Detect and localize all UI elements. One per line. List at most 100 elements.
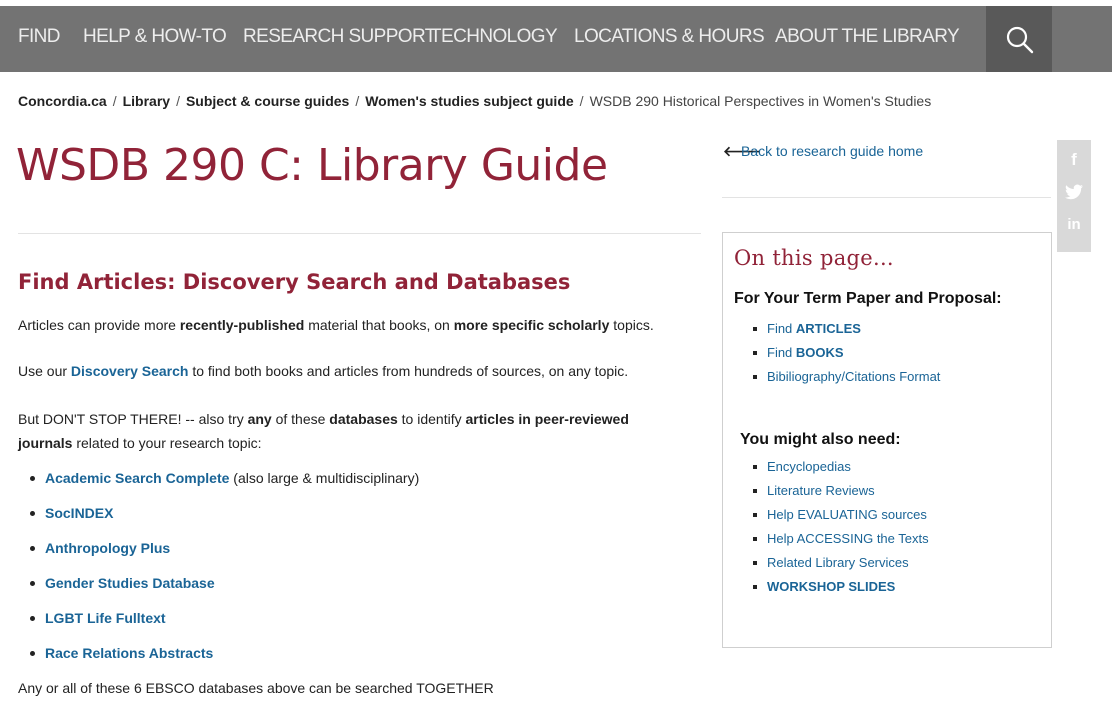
text: But DON'T STOP THERE! -- also try	[18, 411, 248, 427]
section-heading-and: and	[387, 270, 447, 294]
back-to-guide-home-link[interactable]: Back to research guide home	[741, 143, 923, 159]
intro-paragraph-1: Articles can provide more recently-publi…	[18, 313, 654, 337]
nav-find[interactable]: FIND	[18, 26, 61, 48]
text: Use our	[18, 363, 71, 379]
database-note: (also large & multidisciplinary)	[229, 470, 420, 486]
nav-locations-hours[interactable]: LOCATIONS & HOURS	[574, 26, 765, 48]
link-text-bold: ARTICLES	[795, 321, 861, 336]
back-link-row: 🡐Back to research guide home	[723, 143, 923, 160]
text: material that books, on	[304, 317, 454, 333]
link-text: Bibiliography/Citations Format	[767, 369, 941, 384]
link-text: Encyclopedias	[767, 459, 851, 474]
divider	[18, 233, 701, 234]
breadcrumb: Concordia.ca / Library / Subject & course gu…	[18, 93, 931, 109]
panel-heading-term-paper: For Your Term Paper and Proposal:	[734, 290, 1002, 307]
facebook-icon[interactable]: f	[1057, 145, 1091, 175]
section-heading: Find Articles: Discovery Search and Data…	[18, 270, 570, 294]
divider	[722, 197, 1051, 198]
breadcrumb-separator: /	[112, 93, 117, 109]
link-text: Literature Reviews	[767, 483, 875, 498]
link-text-bold: WORKSHOP SLIDES	[767, 579, 896, 594]
search-button[interactable]	[986, 6, 1052, 72]
list-item: WORKSHOP SLIDES	[753, 578, 929, 602]
link-text: Find	[767, 321, 796, 336]
related-services-link[interactable]: Related Library Services	[767, 555, 909, 570]
arrow-left-icon: 🡐	[723, 143, 761, 159]
twitter-icon[interactable]	[1057, 177, 1091, 207]
database-link[interactable]: Academic Search Complete	[45, 470, 229, 486]
find-books-link[interactable]: Find BOOKS	[767, 345, 844, 360]
text: to identify	[397, 411, 466, 427]
list-item: Help ACCESSING the Texts	[753, 530, 929, 554]
link-text: Find	[767, 345, 796, 360]
list-item: Academic Search Complete (also large & m…	[27, 466, 419, 501]
intro-paragraph-2: Use our Discovery Search to find both bo…	[18, 359, 628, 383]
breadcrumb-separator: /	[176, 93, 180, 109]
link-text: Related Library Services	[767, 555, 909, 570]
discovery-search-link[interactable]: Discovery Search	[71, 363, 189, 379]
breadcrumb-separator: /	[355, 93, 360, 109]
social-share-bar: f in	[1057, 140, 1091, 252]
section-heading-discovery: Discovery Search	[182, 270, 388, 294]
breadcrumb-separator: /	[579, 93, 584, 109]
list-item: SocINDEX	[27, 501, 419, 536]
accessing-texts-link[interactable]: Help ACCESSING the Texts	[767, 531, 929, 546]
database-link[interactable]: Anthropology Plus	[45, 540, 170, 556]
text: to find both books and articles from hun…	[188, 363, 629, 379]
list-item: Bibiliography/Citations Format	[753, 368, 940, 392]
intro-paragraph-3-cont: journals related to your research topic:	[18, 431, 262, 455]
text: Articles can provide more	[18, 317, 180, 333]
breadcrumb-womens-studies[interactable]: Women's studies subject guide	[365, 93, 573, 109]
nav-research-support[interactable]: RESEARCH SUPPORT	[243, 26, 436, 48]
text-bold: recently-published	[179, 317, 305, 333]
panel-heading-also-need: You might also need:	[740, 431, 901, 448]
section-heading-databases: Databases	[446, 270, 571, 294]
section-heading-prefix: Find Articles:	[18, 270, 183, 294]
list-item: Gender Studies Database	[27, 571, 419, 606]
list-item: Related Library Services	[753, 554, 929, 578]
linkedin-icon[interactable]: in	[1057, 210, 1091, 240]
text: topics.	[609, 317, 654, 333]
list-item: Help EVALUATING sources	[753, 506, 929, 530]
text-bold: more specific scholarly	[453, 317, 610, 333]
text-bold: any	[247, 411, 272, 427]
list-item: Encyclopedias	[753, 458, 929, 482]
list-item: Race Relations Abstracts	[27, 641, 419, 676]
database-link[interactable]: SocINDEX	[45, 505, 113, 521]
encyclopedias-link[interactable]: Encyclopedias	[767, 459, 851, 474]
text: of these	[271, 411, 330, 427]
text-bold: articles in peer-reviewed	[465, 411, 629, 427]
text-bold: journals	[18, 435, 73, 451]
ebsco-note: Any or all of these 6 EBSCO databases ab…	[18, 680, 494, 696]
search-icon	[1006, 26, 1034, 54]
link-text-bold: BOOKS	[795, 345, 844, 360]
database-link[interactable]: LGBT Life Fulltext	[45, 610, 166, 626]
breadcrumb-library[interactable]: Library	[123, 93, 170, 109]
also-need-links: Encyclopedias Literature Reviews Help EV…	[753, 458, 929, 602]
link-text: Help ACCESSING the Texts	[767, 531, 929, 546]
main-navigation: FIND HELP & HOW-TO RESEARCH SUPPORT TECH…	[0, 6, 1112, 72]
workshop-slides-link[interactable]: WORKSHOP SLIDES	[767, 579, 895, 594]
nav-about-the-library[interactable]: ABOUT THE LIBRARY	[775, 26, 960, 48]
find-articles-link[interactable]: Find ARTICLES	[767, 321, 861, 336]
database-link[interactable]: Race Relations Abstracts	[45, 645, 213, 661]
database-list: Academic Search Complete (also large & m…	[27, 466, 419, 676]
nav-help-how-to[interactable]: HELP & HOW-TO	[83, 26, 227, 48]
link-text: Help EVALUATING sources	[767, 507, 927, 522]
nav-technology[interactable]: TECHNOLOGY	[430, 26, 558, 48]
database-link[interactable]: Gender Studies Database	[45, 575, 215, 591]
breadcrumb-subject-guides[interactable]: Subject & course guides	[186, 93, 349, 109]
literature-reviews-link[interactable]: Literature Reviews	[767, 483, 875, 498]
on-this-page-panel: On this page... For Your Term Paper and …	[722, 232, 1052, 648]
list-item: LGBT Life Fulltext	[27, 606, 419, 641]
text: related to your research topic:	[72, 435, 262, 451]
breadcrumb-current: WSDB 290 Historical Perspectives in Wome…	[589, 93, 932, 109]
intro-paragraph-3: But DON'T STOP THERE! -- also try any of…	[18, 407, 629, 431]
evaluating-sources-link[interactable]: Help EVALUATING sources	[767, 507, 927, 522]
panel-title: On this page...	[734, 246, 894, 270]
breadcrumb-concordia[interactable]: Concordia.ca	[18, 93, 107, 109]
list-item: Anthropology Plus	[27, 536, 419, 571]
list-item: Literature Reviews	[753, 482, 929, 506]
list-item: Find ARTICLES	[753, 320, 940, 344]
citations-format-link[interactable]: Bibiliography/Citations Format	[767, 369, 940, 384]
